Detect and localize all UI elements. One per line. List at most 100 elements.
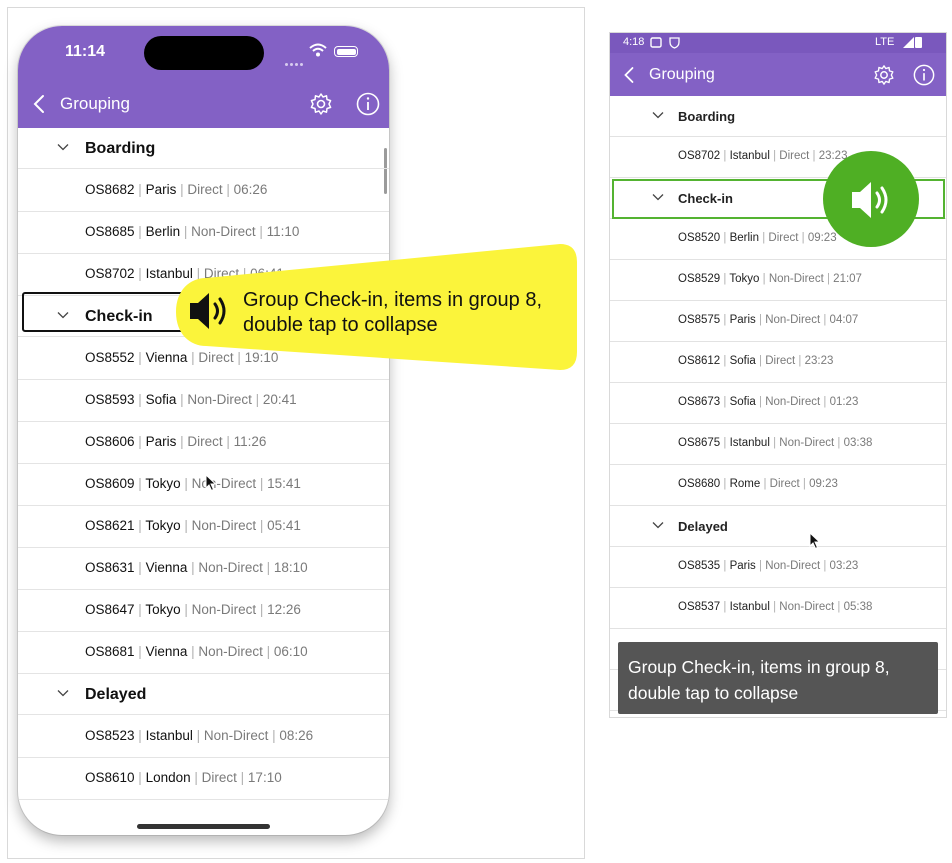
flight-route: Direct [187, 434, 223, 449]
screenshot-icon [650, 37, 662, 48]
flight-route: Direct [201, 770, 237, 785]
flight-code: OS8537 [678, 601, 721, 613]
list-item[interactable]: OS8606 | Paris | Direct | 11:26 [18, 422, 389, 464]
flight-code: OS8621 [85, 518, 135, 533]
list-item[interactable]: OS8535 | Paris | Non-Direct | 03:23 [610, 547, 946, 588]
list-item[interactable]: OS8609 | Tokyo | Non-Direct | 15:41 [18, 464, 389, 506]
android-status-time: 4:18 [623, 36, 645, 48]
flight-time: 18:10 [273, 560, 308, 575]
flight-time: 04:07 [829, 314, 859, 326]
group-header-delayed[interactable]: Delayed [18, 674, 389, 715]
back-chevron-icon[interactable] [623, 66, 635, 84]
group-header-delayed[interactable]: Delayed [610, 506, 946, 547]
flight-city: Berlin [729, 232, 759, 244]
flight-code: OS8609 [85, 476, 135, 491]
flight-code: OS8523 [85, 728, 135, 743]
flight-time: 05:41 [267, 518, 301, 533]
flight-route: Non-Direct [765, 396, 821, 408]
speaker-icon [852, 182, 888, 218]
battery-icon [915, 37, 922, 48]
announcement-text: Group Check-in, items in group 8, double… [243, 289, 543, 336]
flight-code: OS8680 [678, 478, 721, 490]
flight-time: 17:10 [247, 770, 282, 785]
list-item[interactable]: OS8647 | Tokyo | Non-Direct | 12:26 [18, 590, 389, 632]
flight-time: 01:23 [829, 396, 859, 408]
list-item[interactable]: OS8523 | Istanbul | Non-Direct | 08:26 [18, 716, 389, 758]
flight-route: Non-Direct [191, 602, 257, 617]
flight-city: Istanbul [729, 150, 770, 162]
list-item[interactable]: OS8610 | London | Direct | 17:10 [18, 758, 389, 800]
list-item[interactable]: OS8537 | Istanbul | Non-Direct | 05:38 [610, 588, 946, 629]
android-app-bar: Grouping [610, 53, 946, 96]
flight-route: Non-Direct [191, 476, 257, 491]
shield-icon [669, 37, 680, 49]
flight-city: Tokyo [145, 518, 181, 533]
flight-route: Direct [779, 150, 810, 162]
flight-code: OS8535 [678, 560, 721, 572]
list-item[interactable]: OS8529 | Tokyo | Non-Direct | 21:07 [610, 260, 946, 301]
network-type: LTE [875, 36, 895, 48]
list-item[interactable]: OS8680 | Rome | Direct | 09:23 [610, 465, 946, 506]
flight-city: Paris [145, 434, 177, 449]
flight-city: Paris [729, 560, 756, 572]
speaker-icon [190, 293, 226, 329]
flight-code: OS8647 [85, 602, 135, 617]
flight-time: 08:26 [279, 728, 314, 743]
flight-code: OS8520 [678, 232, 721, 244]
mouse-cursor-icon [205, 474, 217, 492]
chevron-down-icon [652, 522, 664, 529]
android-status-bar: 4:18 LTE [610, 33, 946, 53]
list-item[interactable]: OS8675 | Istanbul | Non-Direct | 03:38 [610, 424, 946, 465]
info-icon[interactable] [913, 64, 935, 86]
flight-city: Tokyo [145, 476, 181, 491]
flight-city: Istanbul [145, 728, 193, 743]
list-item[interactable]: OS8621 | Tokyo | Non-Direct | 05:41 [18, 506, 389, 548]
flight-route: Non-Direct [198, 560, 263, 575]
list-item[interactable]: OS8631 | Vienna | Non-Direct | 18:10 [18, 548, 389, 590]
flight-route: Non-Direct [191, 518, 257, 533]
group-header-boarding[interactable]: Boarding [610, 96, 946, 137]
flight-route: Non-Direct [203, 728, 269, 743]
flight-city: Sofia [729, 355, 756, 367]
flight-time: 20:41 [262, 392, 297, 407]
flight-time: 09:23 [807, 232, 837, 244]
talkback-toast: Group Check-in, items in group 8, double… [618, 642, 938, 714]
list-item[interactable]: OS8681 | Vienna | Non-Direct | 06:10 [18, 632, 389, 674]
group-label: Delayed [85, 686, 147, 703]
flight-city: Tokyo [145, 602, 181, 617]
list-item[interactable]: OS8612 | Sofia | Direct | 23:23 [610, 342, 946, 383]
flight-code: OS8702 [678, 150, 721, 162]
flight-time: 09:23 [809, 478, 838, 490]
flight-route: Non-Direct [198, 644, 263, 659]
flight-route: Non-Direct [768, 273, 824, 285]
flight-route: Non-Direct [765, 560, 821, 572]
gear-icon[interactable] [873, 64, 895, 86]
flight-time: 21:07 [833, 273, 862, 285]
flight-time: 03:23 [829, 560, 859, 572]
flight-route: Non-Direct [779, 437, 835, 449]
flight-city: Istanbul [729, 601, 770, 613]
flight-code: OS8610 [85, 770, 135, 785]
flight-code: OS8681 [85, 644, 135, 659]
group-label: Delayed [678, 519, 728, 534]
flight-time: 23:23 [804, 355, 834, 367]
talkback-indicator [823, 151, 919, 247]
list-item[interactable]: OS8575 | Paris | Non-Direct | 04:07 [610, 301, 946, 342]
flight-code: OS8606 [85, 434, 135, 449]
flight-time: 06:10 [273, 644, 308, 659]
flight-route: Direct [769, 478, 800, 490]
flight-city: Sofia [145, 392, 177, 407]
toast-text: Group Check-in, items in group 8, double… [628, 657, 890, 703]
list-item[interactable]: OS8593 | Sofia | Non-Direct | 20:41 [18, 380, 389, 422]
mouse-cursor-icon [809, 532, 821, 550]
android-device: 4:18 LTE Grouping Boarding OS8702 | Istan… [609, 32, 947, 718]
flight-city: Tokyo [729, 273, 760, 285]
flight-code: OS8593 [85, 392, 135, 407]
flight-city: Istanbul [729, 437, 770, 449]
list-item[interactable]: OS8673 | Sofia | Non-Direct | 01:23 [610, 383, 946, 424]
flight-time: 03:38 [843, 437, 873, 449]
home-indicator[interactable] [137, 824, 270, 829]
flight-route: Direct [765, 355, 796, 367]
flight-route: Non-Direct [765, 314, 821, 326]
group-label: Boarding [678, 109, 736, 124]
